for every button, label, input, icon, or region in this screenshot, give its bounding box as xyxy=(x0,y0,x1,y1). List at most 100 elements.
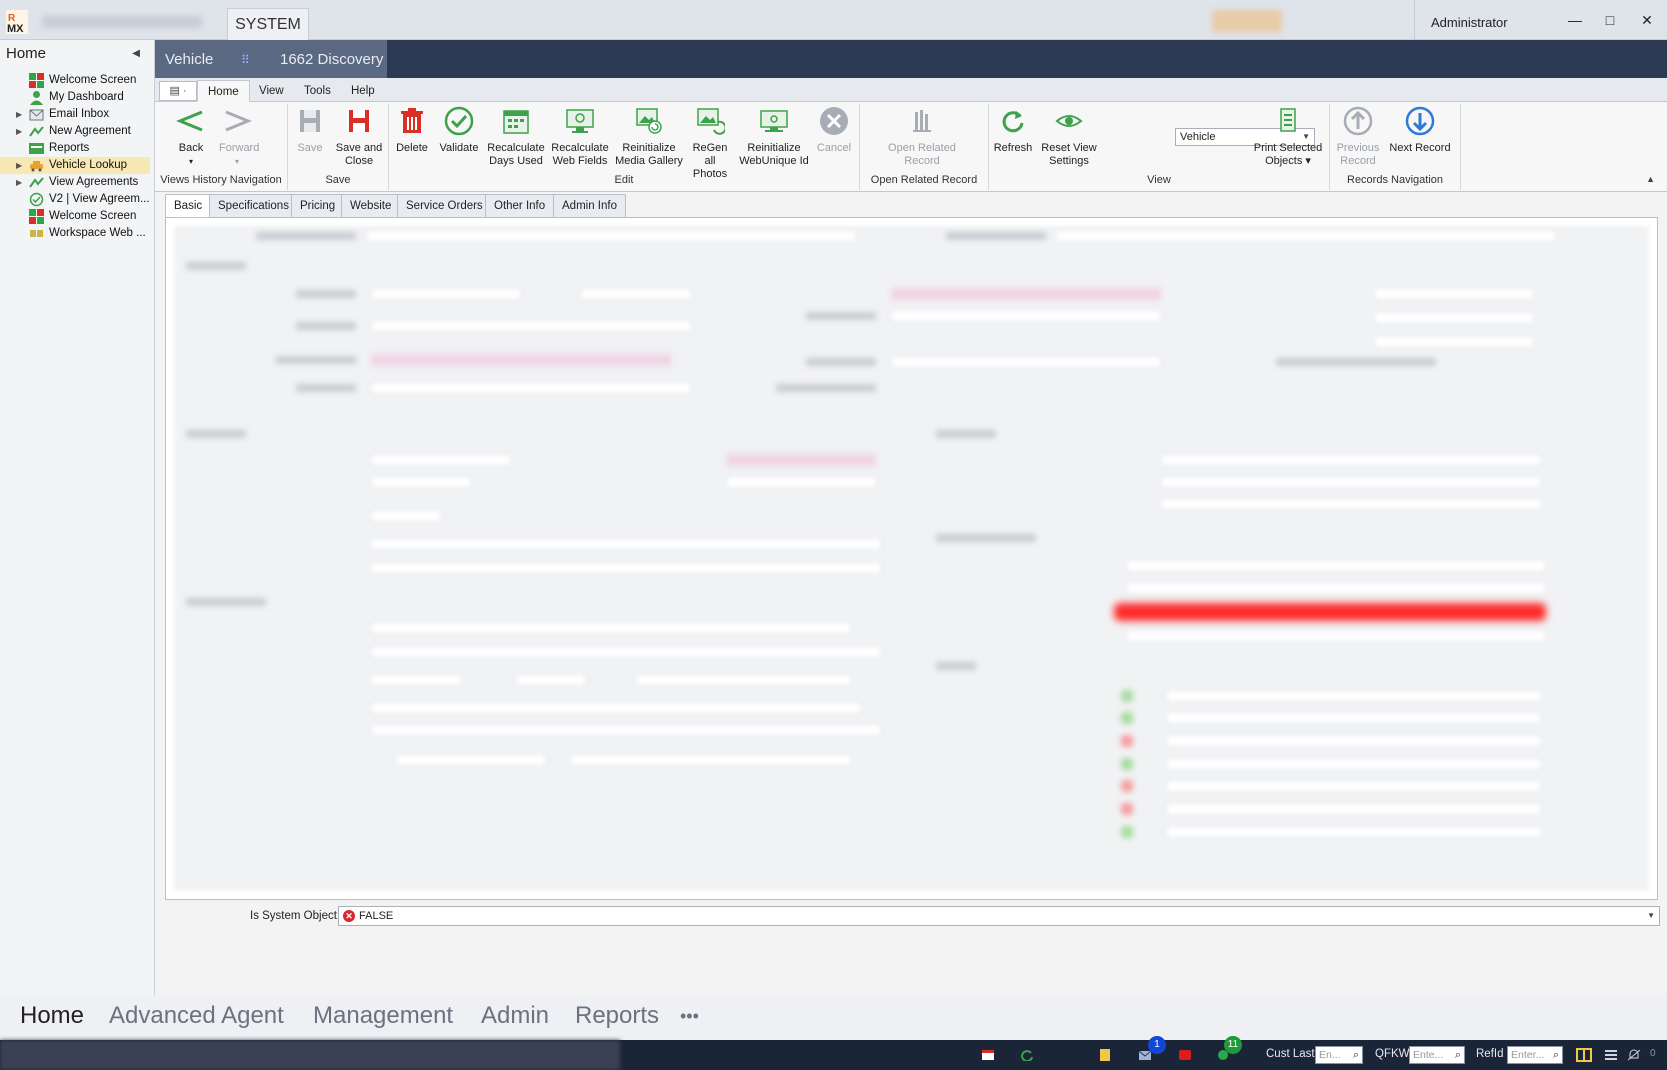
reset-view-settings-button[interactable]: Reset View Settings xyxy=(1041,106,1097,168)
arrow-up-circle-icon xyxy=(1343,106,1373,136)
minimize-button[interactable]: — xyxy=(1565,10,1585,30)
search-icon[interactable]: ⌕ xyxy=(1455,1047,1461,1063)
expand-arrow-icon[interactable]: ▶ xyxy=(16,174,22,191)
recalc-days-label-1: Recalculate xyxy=(487,142,545,154)
list-view-icon[interactable] xyxy=(1604,1049,1618,1061)
validate-check-icon xyxy=(444,106,474,136)
tab-other-info[interactable]: Other Info xyxy=(485,194,555,218)
document-tab[interactable]: Vehicle ⠿ 1662 Discovery xyxy=(155,40,387,78)
notes-icon[interactable] xyxy=(1098,1049,1112,1061)
group-history-label: Views History Navigation xyxy=(160,174,282,186)
nav-management[interactable]: Management xyxy=(313,999,453,1033)
sidebar-item-new-agreement[interactable]: ▶ New Agreement xyxy=(0,123,150,140)
sidebar-item-my-dashboard[interactable]: My Dashboard xyxy=(0,89,150,106)
mail-count-badge: 1 xyxy=(1148,1036,1166,1054)
delete-button[interactable]: Delete xyxy=(393,106,431,155)
sidebar-item-welcome-screen-2[interactable]: Welcome Screen xyxy=(0,208,150,225)
expand-arrow-icon[interactable]: ▶ xyxy=(16,106,22,123)
tab-help[interactable]: Help xyxy=(341,80,385,102)
false-x-icon: ✕ xyxy=(343,910,355,922)
open-related-record-button[interactable]: Open Related Record xyxy=(877,106,967,168)
reinitialize-media-gallery-button[interactable]: Reinitialize Media Gallery xyxy=(614,106,684,168)
sidebar-item-view-agreements[interactable]: ▶ View Agreements xyxy=(0,174,150,191)
blurred-status-indicator xyxy=(1121,803,1133,815)
system-tab[interactable]: SYSTEM xyxy=(227,8,309,40)
previous-record-button[interactable]: Previous Record xyxy=(1334,106,1382,168)
recalculate-web-fields-button[interactable]: Recalculate Web Fields xyxy=(550,106,610,168)
sidebar-item-reports[interactable]: Reports xyxy=(0,140,150,157)
search-icon[interactable]: ⌕ xyxy=(1353,1047,1359,1063)
tab-basic[interactable]: Basic xyxy=(165,194,212,218)
tab-website[interactable]: Website xyxy=(341,194,401,218)
record-stop-icon[interactable] xyxy=(1178,1049,1192,1061)
print-selected-objects-button[interactable]: Print Selected Objects ▾ xyxy=(1253,106,1323,168)
is-system-object-select[interactable]: ✕ FALSE ▼ xyxy=(338,906,1660,926)
sidebar-item-label: View Agreements xyxy=(49,176,139,188)
cancel-button[interactable]: Cancel xyxy=(815,106,853,155)
sidebar-item-workspace-web[interactable]: Workspace Web ... xyxy=(0,225,150,242)
next-record-button[interactable]: Next Record xyxy=(1387,106,1453,155)
refresh-button[interactable]: Refresh xyxy=(991,106,1035,155)
nav-reports[interactable]: Reports xyxy=(575,999,659,1033)
chat-notification[interactable]: 11 xyxy=(1216,1036,1246,1070)
recalc-web-label-2: Web Fields xyxy=(552,155,608,167)
blurred-field xyxy=(371,646,881,658)
sidebar-item-label: Email Inbox xyxy=(49,108,110,120)
tab-pricing[interactable]: Pricing xyxy=(291,194,345,218)
maximize-button[interactable]: □ xyxy=(1600,10,1620,30)
save-button[interactable]: Save xyxy=(293,106,327,155)
drag-handle-icon[interactable]: ⠿ xyxy=(241,40,250,80)
agreement-icon xyxy=(29,177,44,188)
collapse-sidebar-icon[interactable]: ◀ xyxy=(132,40,140,68)
blurred-label xyxy=(256,232,356,240)
group-view-label: View xyxy=(1147,174,1171,186)
regen-all-photos-button[interactable]: ReGen all Photos xyxy=(686,106,734,181)
expand-arrow-icon[interactable]: ▶ xyxy=(16,123,22,140)
tab-home[interactable]: Home xyxy=(197,80,250,102)
reinit-web-label-2: WebUnique Id xyxy=(739,155,809,167)
sidebar-item-v2-view-agreements[interactable]: V2 | View Agreem... xyxy=(0,191,150,208)
sidebar-item-label: Welcome Screen xyxy=(49,74,137,86)
nav-home[interactable]: Home xyxy=(20,999,84,1033)
tab-view[interactable]: View xyxy=(249,80,294,102)
sidebar-item-vehicle-lookup[interactable]: ▶ Vehicle Lookup xyxy=(0,157,150,174)
sidebar-item-welcome-screen[interactable]: Welcome Screen xyxy=(0,72,150,89)
welcome-icon xyxy=(29,209,44,224)
is-system-object-label: Is System Object: xyxy=(250,910,341,922)
close-button[interactable]: ✕ xyxy=(1637,10,1657,30)
sidebar-item-email-inbox[interactable]: ▶ Email Inbox xyxy=(0,106,150,123)
is-system-object-value: FALSE xyxy=(359,910,394,922)
sidebar-item-label: Vehicle Lookup xyxy=(49,159,128,171)
layout-panel-icon[interactable] xyxy=(1576,1048,1592,1062)
tab-specifications[interactable]: Specifications xyxy=(209,194,298,218)
tab-service-orders[interactable]: Service Orders xyxy=(397,194,492,218)
search-icon[interactable]: ⌕ xyxy=(1553,1047,1559,1063)
refid-input[interactable]: Enter... ⌕ xyxy=(1507,1046,1563,1064)
forward-button[interactable]: Forward ▾ xyxy=(219,106,259,168)
reinitialize-webunique-id-button[interactable]: Reinitialize WebUnique Id xyxy=(739,106,809,168)
mail-notification[interactable]: 1 xyxy=(1138,1036,1166,1070)
validate-button[interactable]: Validate xyxy=(437,106,481,155)
trash-icon xyxy=(401,108,423,133)
collapse-ribbon-icon[interactable]: ▲ xyxy=(1646,174,1655,184)
file-menu-button[interactable]: ▤ · xyxy=(159,81,197,101)
group-edit-label: Edit xyxy=(614,174,634,186)
cust-last-input[interactable]: En... ⌕ xyxy=(1315,1046,1363,1064)
expand-arrow-icon[interactable]: ▶ xyxy=(16,157,22,174)
back-button[interactable]: Back ▾ xyxy=(173,106,209,168)
user-name[interactable]: Administrator xyxy=(1414,0,1514,40)
group-save-label: Save xyxy=(325,174,351,186)
qfkw-input[interactable]: Ente... ⌕ xyxy=(1409,1046,1465,1064)
save-and-close-button[interactable]: Save and Close xyxy=(333,106,385,168)
recalculate-days-used-button[interactable]: Recalculate Days Used xyxy=(486,106,546,168)
calendar-icon[interactable] xyxy=(981,1049,995,1061)
nav-more-button[interactable]: ••• xyxy=(680,999,699,1033)
recalc-web-label-1: Recalculate xyxy=(551,142,609,154)
notifications-off-icon[interactable] xyxy=(1627,1049,1641,1061)
reset-view-label-1: Reset View xyxy=(1041,142,1097,154)
sync-icon[interactable] xyxy=(1020,1049,1034,1061)
nav-admin[interactable]: Admin xyxy=(481,999,549,1033)
nav-advanced-agent[interactable]: Advanced Agent xyxy=(109,999,284,1033)
tab-tools[interactable]: Tools xyxy=(294,80,341,102)
tab-admin-info[interactable]: Admin Info xyxy=(553,194,626,218)
